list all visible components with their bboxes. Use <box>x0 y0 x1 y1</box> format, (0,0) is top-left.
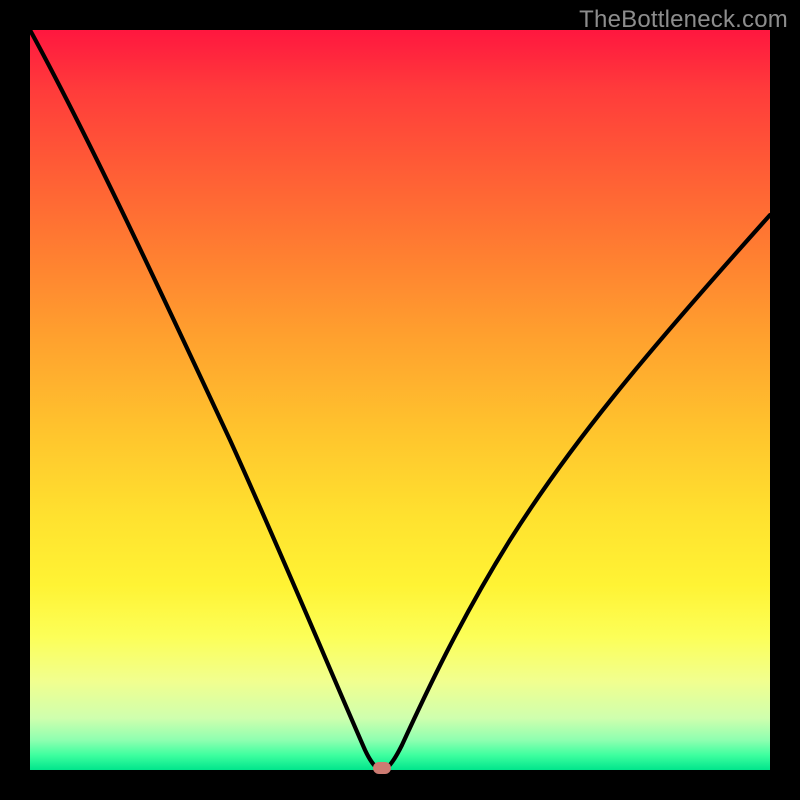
plot-area <box>30 30 770 770</box>
optimum-marker <box>373 762 391 774</box>
curve-path <box>30 30 770 770</box>
watermark-text: TheBottleneck.com <box>579 6 788 34</box>
chart-frame: TheBottleneck.com <box>0 0 800 800</box>
bottleneck-curve <box>30 30 770 770</box>
